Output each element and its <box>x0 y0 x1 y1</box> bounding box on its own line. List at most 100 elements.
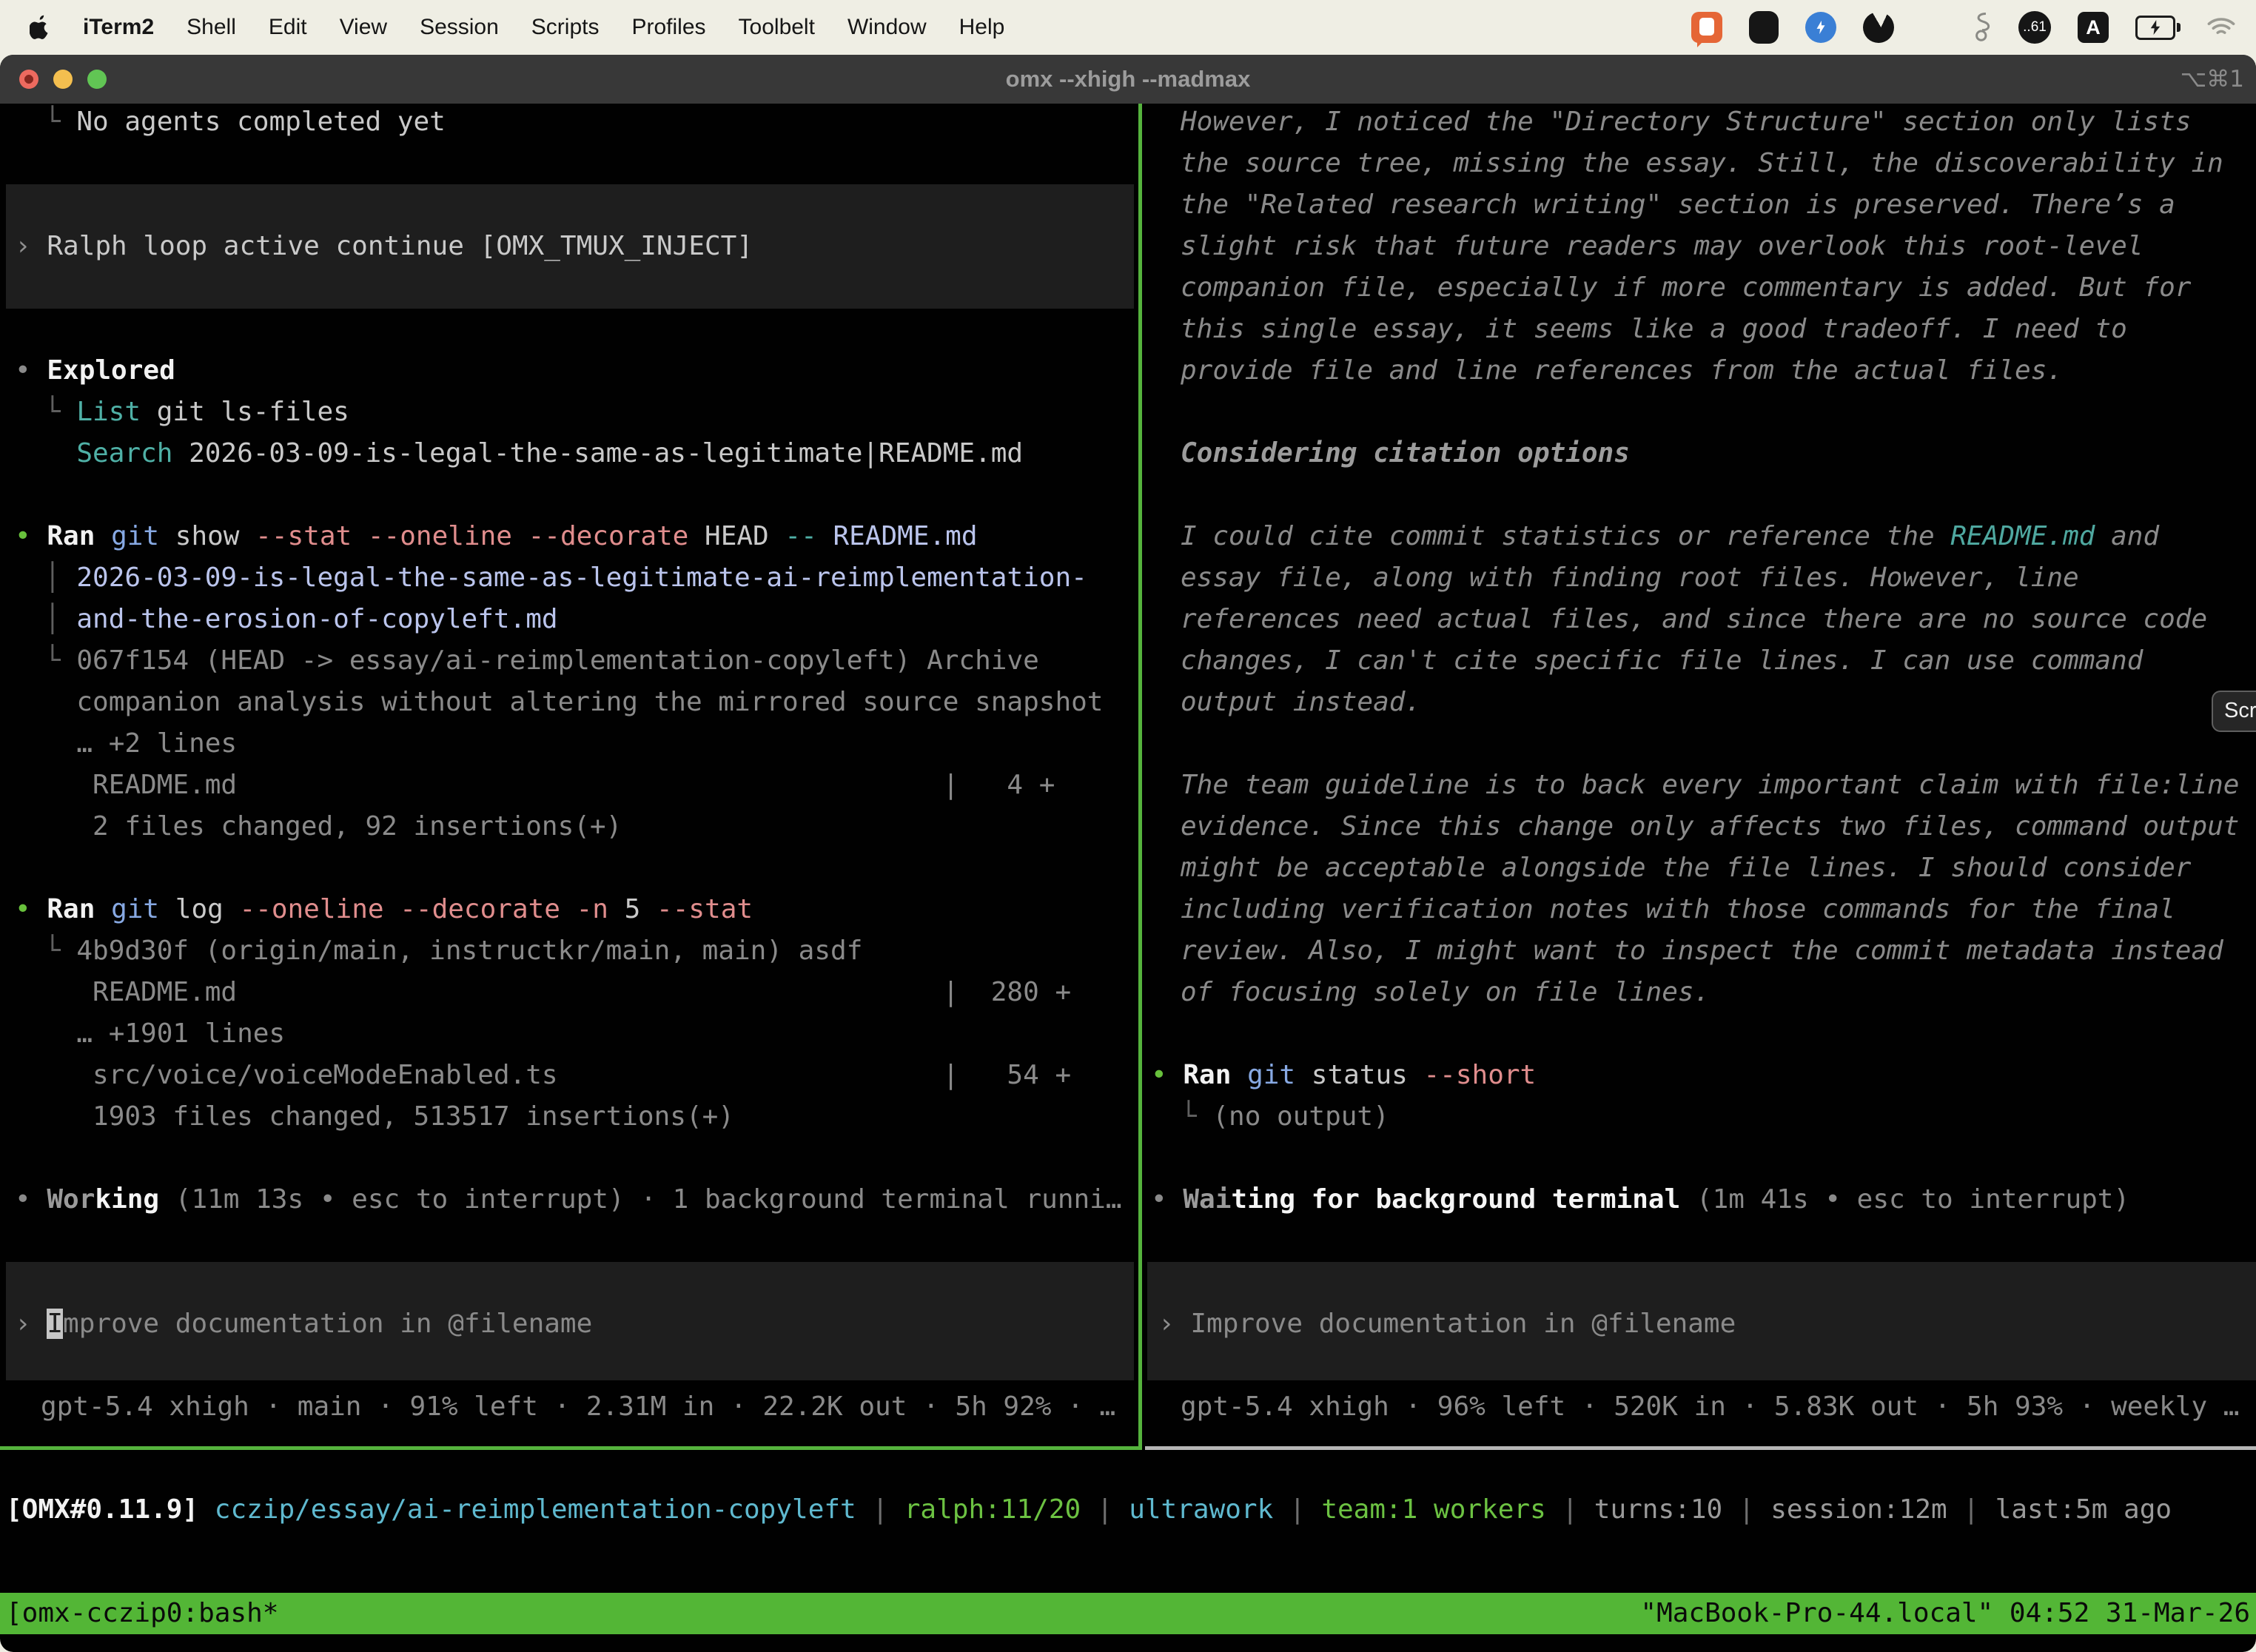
terminal-line: of focusing solely on file lines. <box>1181 972 1710 1013</box>
text-segment: including verification notes with those … <box>1181 894 2175 924</box>
desktop: { "menu_bar": { "app_name": "iTerm2", "i… <box>0 0 2256 1652</box>
screen-share-overlay[interactable]: Scre <box>2212 691 2256 732</box>
dots-grid-icon[interactable] <box>1921 15 1946 40</box>
menu-item-profiles[interactable]: Profiles <box>631 15 705 40</box>
squiggle-icon[interactable] <box>1973 12 1992 43</box>
text-segment: 2 files changed, 92 insertions(+) <box>44 811 622 842</box>
apple-menu-icon[interactable] <box>30 15 50 40</box>
wifi-icon[interactable] <box>2207 16 2235 38</box>
terminal-line: › Ralph loop active continue [OMX_TMUX_I… <box>15 226 753 267</box>
menu-item-help[interactable]: Help <box>959 15 1005 40</box>
text-segment: | <box>1273 1494 1321 1525</box>
text-segment: --oneline --decorate -n <box>239 894 608 924</box>
text-segment: turns:10 <box>1594 1494 1722 1525</box>
text-segment: List <box>76 397 141 427</box>
text-segment: └ <box>44 645 76 676</box>
minimize-button[interactable] <box>53 70 73 89</box>
menu-item-toolbelt[interactable]: Toolbelt <box>739 15 815 40</box>
terminal-line: • Waiting for background terminal (1m 41… <box>1151 1179 2129 1220</box>
text-segment: 1903 files changed, 513517 insertions(+) <box>44 1101 734 1132</box>
text-segment: show <box>159 521 255 551</box>
right-pane-bottom-border <box>1145 1446 2256 1450</box>
menu-item-view[interactable]: View <box>340 15 387 40</box>
terminal-line: 1903 files changed, 513517 insertions(+) <box>44 1096 734 1138</box>
text-segment: │ <box>44 604 76 634</box>
window-title: omx --xhigh --madmax <box>1006 55 1251 104</box>
text-segment: The team guideline is to back every impo… <box>1181 770 2239 800</box>
terminal-line: • Ran git show --stat --oneline --decora… <box>15 516 978 557</box>
text-segment: might be acceptable alongside the file l… <box>1181 853 2191 883</box>
terminal-line: However, I noticed the "Directory Struct… <box>1181 101 2191 143</box>
terminal-line: └ 067f154 (HEAD -> essay/ai-reimplementa… <box>44 640 1039 682</box>
terminal-line: The team guideline is to back every impo… <box>1181 765 2239 806</box>
text-segment: Improve documentation in @filename <box>1190 1309 1736 1339</box>
text-segment: … +2 lines <box>44 728 237 759</box>
text-segment: last:5m ago <box>1995 1494 2172 1525</box>
terminal-line: Considering citation options <box>1181 433 1630 474</box>
text-segment: essay file, along with finding root file… <box>1181 563 2079 593</box>
terminal-line: companion analysis without altering the … <box>44 682 1103 723</box>
text-segment <box>95 521 111 551</box>
text-segment: git <box>111 894 159 924</box>
text-segment: the "Related research writing" section i… <box>1181 189 2175 220</box>
terminal-line: README.md | 4 + <box>44 765 1055 806</box>
text-segment: status <box>1295 1060 1423 1090</box>
text-segment: 2026-03-09-is-legal-the-same-as-legitima… <box>76 563 1087 593</box>
text-segment: └ <box>44 936 76 966</box>
text-segment: • <box>15 355 47 386</box>
text-segment: Considering citation options <box>1181 438 1630 469</box>
close-button[interactable] <box>19 70 38 89</box>
battery-icon[interactable] <box>2135 16 2181 40</box>
menu-item-session[interactable]: Session <box>420 15 499 40</box>
text-segment: ultrawork <box>1129 1494 1273 1525</box>
pac-circle-icon[interactable] <box>1863 12 1894 43</box>
terminal-line: … +2 lines <box>44 723 237 765</box>
omx-status-line: [OMX#0.11.9] cczip/essay/ai-reimplementa… <box>6 1489 2172 1531</box>
menu-item-scripts[interactable]: Scripts <box>531 15 600 40</box>
terminal-line: might be acceptable alongside the file l… <box>1181 847 2191 889</box>
menu-item-shell[interactable]: Shell <box>187 15 236 40</box>
menu-item-iterm2[interactable]: iTerm2 <box>83 15 154 40</box>
text-segment <box>95 894 111 924</box>
text-segment: gpt-5.4 xhigh · main · 91% left · 2.31M … <box>41 1391 1115 1422</box>
text-segment: git <box>1247 1060 1295 1090</box>
text-segment: └ <box>44 107 76 137</box>
terminal-line: 2 files changed, 92 insertions(+) <box>44 806 622 847</box>
text-segment: 4b9d30f (origin/main, instructkr/main, m… <box>76 936 862 966</box>
terminal-line: • Explored <box>15 350 175 392</box>
menu-item-window[interactable]: Window <box>847 15 927 40</box>
text-segment: | <box>1947 1494 1995 1525</box>
text-segment: [OMX#0.11.9] <box>6 1494 215 1525</box>
text-segment: • <box>15 1184 47 1215</box>
text-segment: this single essay, it seems like a good … <box>1181 314 2127 344</box>
pane-divider[interactable] <box>1138 104 1142 1448</box>
text-segment: companion analysis without altering the … <box>44 687 1103 717</box>
text-segment: and <box>2095 521 2159 551</box>
text-segment: changes, I can't cite specific file line… <box>1181 645 2143 676</box>
terminal-line: › Improve documentation in @filename <box>1158 1303 1736 1345</box>
spark-badge-icon[interactable] <box>1805 12 1836 43</box>
input-source-icon[interactable]: A <box>2078 12 2109 43</box>
text-segment: I <box>47 1309 63 1339</box>
terminal-line: references need actual files, and since … <box>1181 599 2207 640</box>
text-segment: Explored <box>47 355 175 386</box>
text-segment: Wai <box>1183 1184 1231 1215</box>
terminal-line: • Ran git log --oneline --decorate -n 5 … <box>15 889 753 930</box>
shield-grid-icon[interactable] <box>1749 11 1779 44</box>
text-segment: of focusing solely on file lines. <box>1181 977 1710 1007</box>
terminal-line: changes, I can't cite specific file line… <box>1181 640 2143 682</box>
screen-record-icon[interactable] <box>1691 12 1722 43</box>
zoom-button[interactable] <box>87 70 107 89</box>
menu-item-edit[interactable]: Edit <box>269 15 307 40</box>
text-segment: Wor <box>47 1184 95 1215</box>
text-segment: slight risk that future readers may over… <box>1181 231 2143 261</box>
text-segment: ralph:11/20 <box>904 1494 1081 1525</box>
terminal-line: review. Also, I might want to inspect th… <box>1181 930 2223 972</box>
text-segment: evidence. Since this change only affects… <box>1181 811 2239 842</box>
timer-badge-icon[interactable]: ..61 <box>2018 11 2051 44</box>
text-segment: HEAD <box>688 521 785 551</box>
terminal-line: the source tree, missing the essay. Stil… <box>1181 143 2223 184</box>
text-segment: • <box>1151 1060 1183 1090</box>
tmux-status-bar: [omx-cczip0:bash* "MacBook-Pro-44.local"… <box>0 1593 2256 1634</box>
window-title-bar[interactable]: omx --xhigh --madmax ⌥⌘1 <box>0 55 2256 104</box>
